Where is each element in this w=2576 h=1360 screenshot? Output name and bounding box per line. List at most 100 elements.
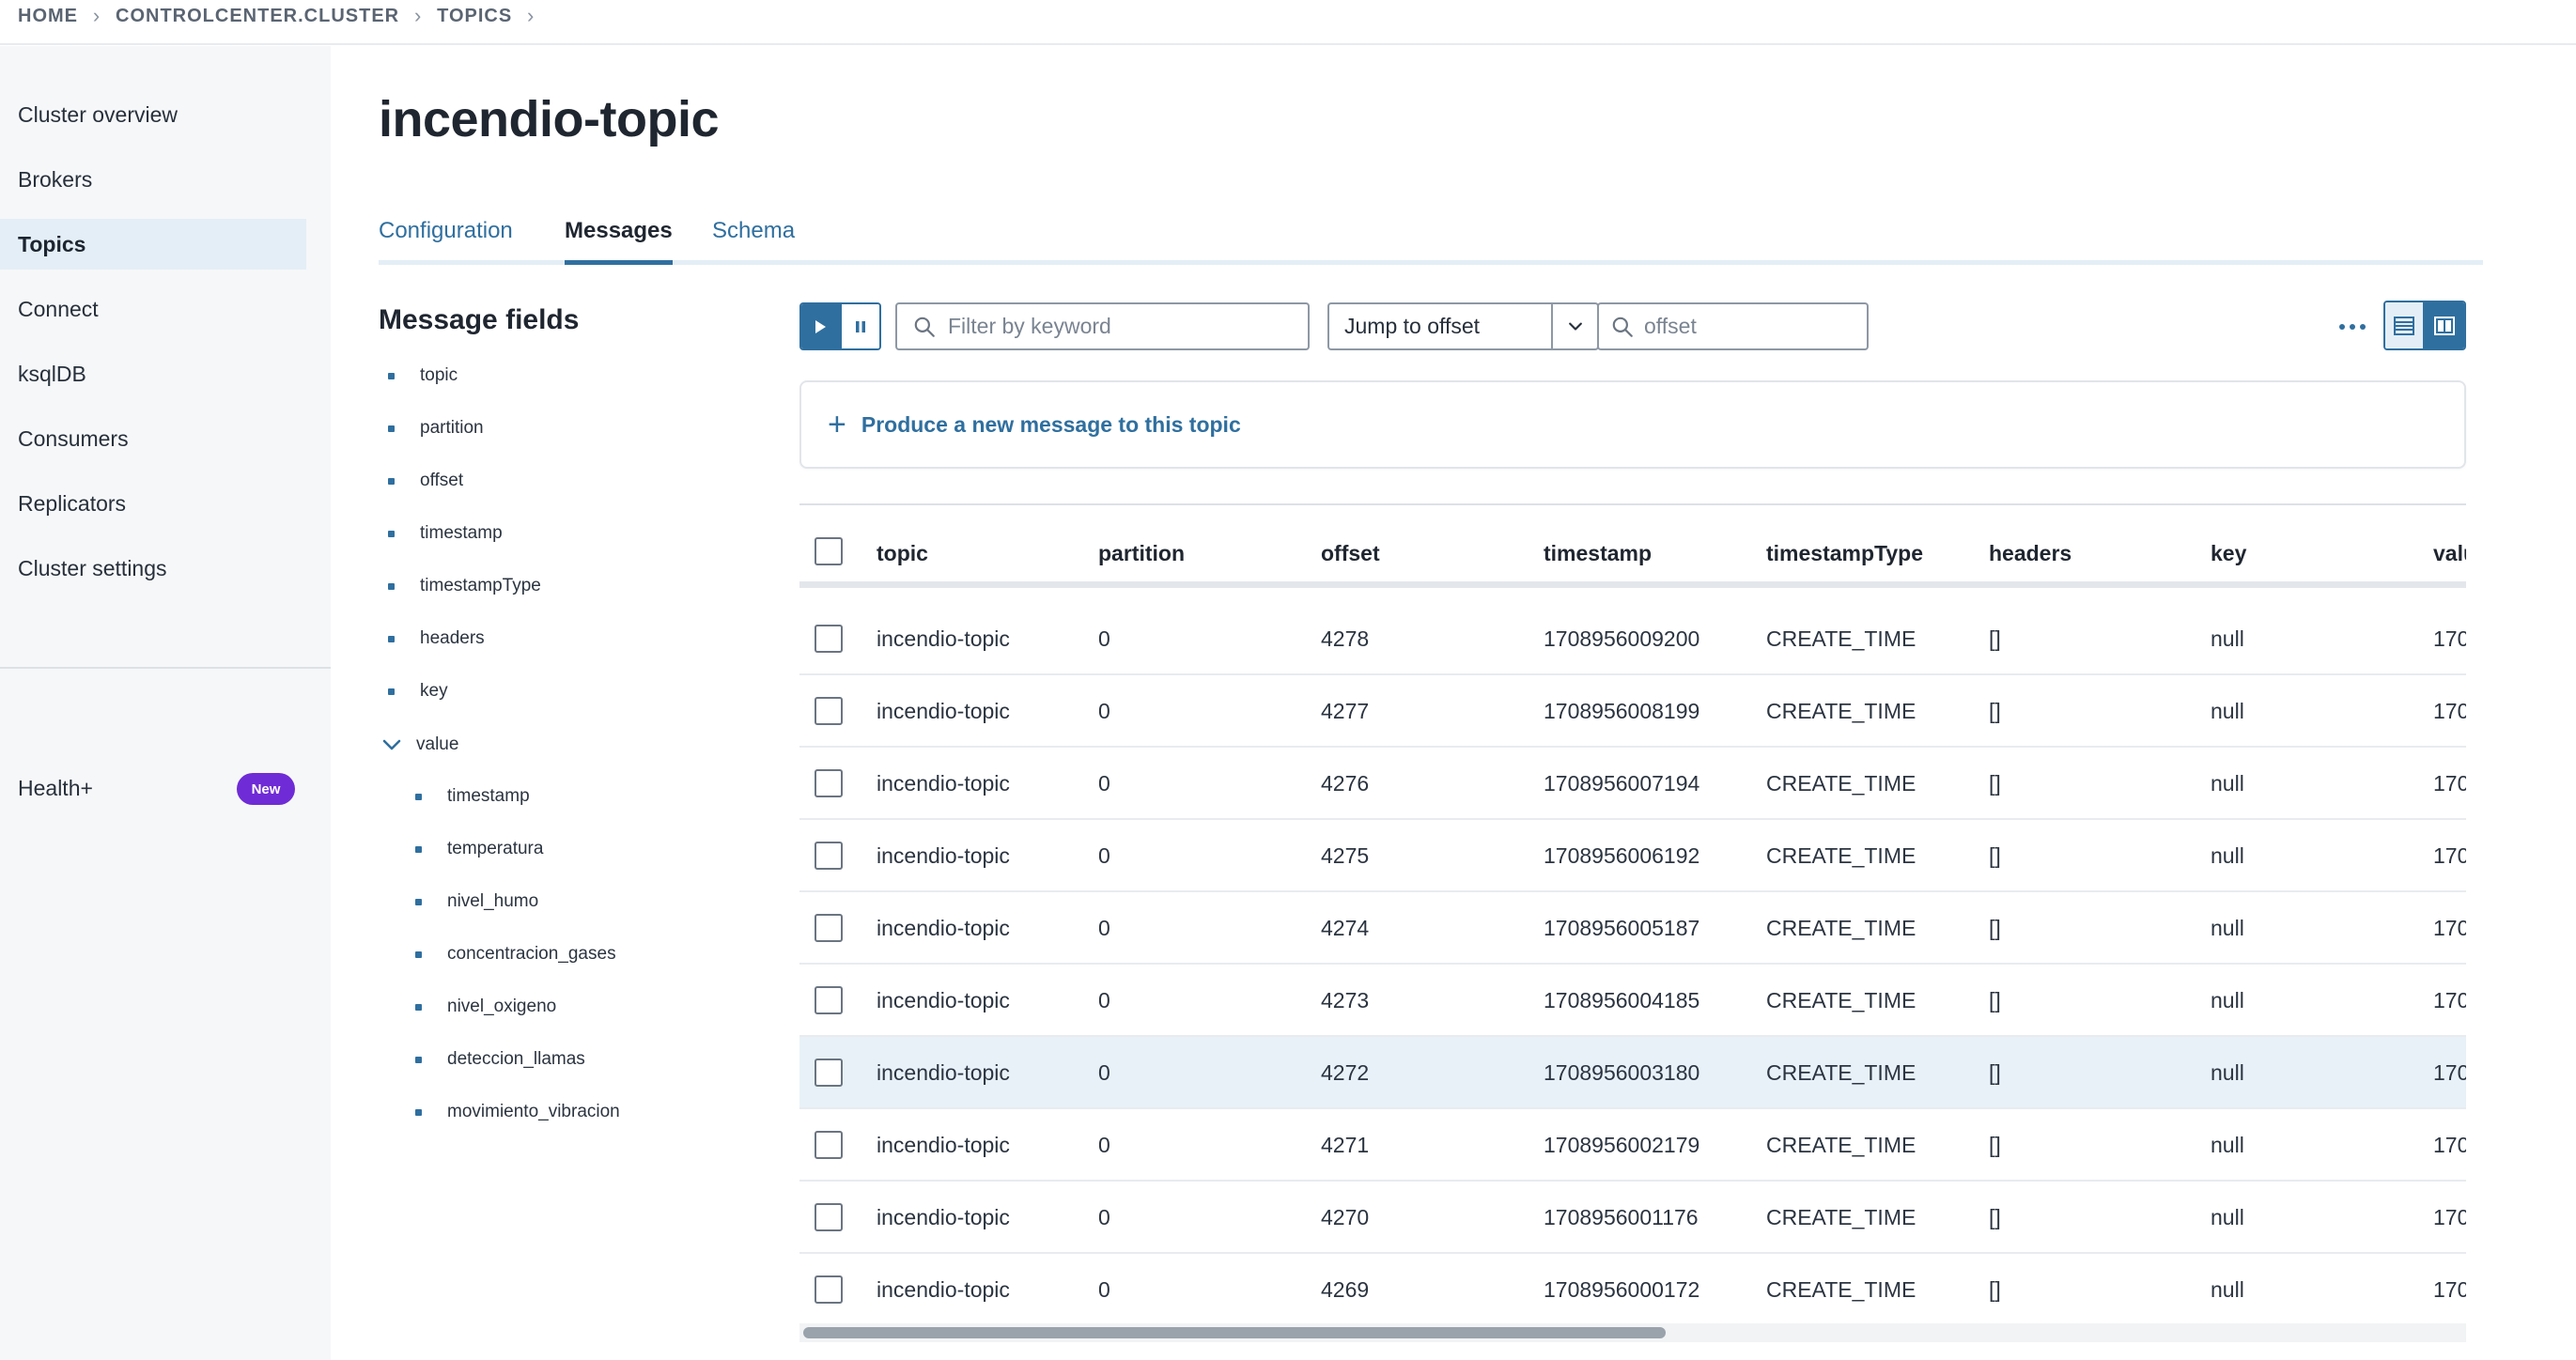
cell-value: 170: [2433, 843, 2466, 868]
field-item[interactable]: headers: [388, 625, 485, 653]
field-item[interactable]: partition: [388, 414, 484, 442]
field-item[interactable]: timestampType: [388, 572, 541, 600]
value-field-item[interactable]: nivel_humo: [415, 888, 538, 916]
column-header-timestamp-type[interactable]: timestampType: [1766, 541, 1923, 566]
field-item[interactable]: topic: [388, 362, 458, 390]
tab-messages[interactable]: Messages: [565, 218, 673, 265]
field-item[interactable]: key: [388, 677, 448, 705]
cell-partition: 0: [1098, 699, 1110, 723]
sidebar-item-cluster-overview[interactable]: Cluster overview: [0, 89, 306, 140]
sidebar-item-brokers[interactable]: Brokers: [0, 154, 306, 205]
tab-configuration[interactable]: Configuration: [379, 218, 513, 265]
value-field-item[interactable]: nivel_oxigeno: [415, 993, 556, 1021]
row-checkbox[interactable]: [815, 697, 843, 725]
value-field-item[interactable]: movimiento_vibracion: [415, 1098, 620, 1126]
value-field-item[interactable]: temperatura: [415, 835, 543, 863]
sidebar-item-health-plus[interactable]: Health+ New: [18, 760, 300, 816]
row-checkbox[interactable]: [815, 625, 843, 653]
row-checkbox[interactable]: [815, 842, 843, 870]
breadcrumb-cluster[interactable]: CONTROLCENTER.CLUSTER: [116, 6, 399, 27]
value-field-item[interactable]: deteccion_llamas: [415, 1045, 585, 1074]
cell-partition: 0: [1098, 1060, 1110, 1085]
cell-timestamp: 1708956009200: [1544, 626, 1700, 651]
offset-input[interactable]: [1644, 314, 1867, 339]
field-item[interactable]: offset: [388, 467, 463, 495]
column-header-topic[interactable]: topic: [877, 541, 928, 566]
chevron-down-icon[interactable]: [380, 734, 403, 756]
row-checkbox[interactable]: [815, 986, 843, 1014]
table-row[interactable]: incendio-topic 0 4269 1708956000172 CREATE_T…: [799, 1254, 2466, 1326]
cell-value: 170: [2433, 1133, 2466, 1157]
pause-button[interactable]: [839, 304, 879, 348]
table-view-button[interactable]: [2385, 302, 2425, 348]
breadcrumb-home[interactable]: HOME: [18, 6, 78, 27]
cell-key: null: [2211, 843, 2244, 868]
cell-key: null: [2211, 1277, 2244, 1302]
tab-schema[interactable]: Schema: [712, 218, 795, 265]
sidebar-item-cluster-settings[interactable]: Cluster settings: [0, 543, 306, 594]
column-header-value[interactable]: valu: [2433, 541, 2466, 566]
table-row[interactable]: incendio-topic 0 4271 1708956002179 CREATE_T…: [799, 1109, 2466, 1182]
tab-bar: Configuration Messages Schema: [379, 210, 2483, 265]
row-checkbox[interactable]: [815, 1131, 843, 1159]
sidebar-item-connect[interactable]: Connect: [0, 284, 306, 334]
cell-topic: incendio-topic: [877, 843, 1010, 868]
table-row[interactable]: incendio-topic 0 4272 1708956003180 CREATE_T…: [799, 1037, 2466, 1109]
produce-message-button[interactable]: + Produce a new message to this topic: [799, 380, 2466, 469]
table-row[interactable]: incendio-topic 0 4273 1708956004185 CREATE_T…: [799, 965, 2466, 1037]
cell-headers: []: [1989, 1277, 2001, 1302]
row-checkbox[interactable]: [815, 1275, 843, 1304]
card-view-button[interactable]: [2425, 302, 2464, 348]
table-row[interactable]: incendio-topic 0 4277 1708956008199 CREATE_T…: [799, 675, 2466, 748]
sidebar: Cluster overview Brokers Topics Connect …: [0, 46, 331, 1360]
row-checkbox[interactable]: [815, 769, 843, 797]
table-row[interactable]: incendio-topic 0 4274 1708956005187 CREATE_T…: [799, 892, 2466, 965]
sidebar-item-consumers[interactable]: Consumers: [0, 413, 306, 464]
table-row[interactable]: incendio-topic 0 4278 1708956009200 CREATE_T…: [799, 603, 2466, 675]
cell-value: 170: [2433, 1060, 2466, 1085]
column-header-timestamp[interactable]: timestamp: [1544, 541, 1652, 566]
play-button[interactable]: [801, 304, 840, 348]
row-checkbox[interactable]: [815, 1203, 843, 1231]
filter-keyword-input[interactable]: [948, 314, 1308, 339]
sidebar-item-topics[interactable]: Topics: [0, 219, 306, 270]
breadcrumb: HOME › CONTROLCENTER.CLUSTER › TOPICS ›: [18, 3, 550, 29]
column-header-key[interactable]: key: [2211, 541, 2246, 566]
table-row[interactable]: incendio-topic 0 4270 1708956001176 CREATE_T…: [799, 1182, 2466, 1254]
column-header-offset[interactable]: offset: [1321, 541, 1380, 566]
cell-timestamp: 1708956004185: [1544, 988, 1700, 1012]
cell-partition: 0: [1098, 626, 1110, 651]
field-item[interactable]: timestamp: [388, 519, 503, 548]
scrollbar-thumb[interactable]: [803, 1327, 1666, 1338]
sidebar-item-replicators[interactable]: Replicators: [0, 478, 306, 529]
cell-timestamp: 1708956001176: [1544, 1205, 1699, 1229]
sidebar-item-ksqldb[interactable]: ksqlDB: [0, 348, 306, 399]
value-field-item[interactable]: timestamp: [415, 782, 530, 811]
field-item-value[interactable]: value: [380, 731, 458, 759]
view-toggle: [2383, 301, 2466, 350]
select-all-checkbox[interactable]: [815, 537, 843, 565]
cell-topic: incendio-topic: [877, 1060, 1010, 1085]
field-label: nivel_oxigeno: [447, 997, 557, 1016]
cell-headers: []: [1989, 916, 2001, 940]
more-options-button[interactable]: [2334, 310, 2371, 344]
jump-to-select[interactable]: Jump to offset: [1327, 302, 1599, 350]
divider: [799, 503, 2466, 505]
field-label: key: [420, 681, 448, 701]
bullet-icon: [388, 530, 395, 537]
breadcrumb-topics[interactable]: TOPICS: [437, 6, 512, 27]
cell-offset: 4271: [1321, 1133, 1370, 1157]
table-row[interactable]: incendio-topic 0 4275 1708956006192 CREATE_T…: [799, 820, 2466, 892]
column-header-headers[interactable]: headers: [1989, 541, 2072, 566]
filter-input-box: [895, 302, 1310, 350]
row-checkbox[interactable]: [815, 914, 843, 942]
field-label: value: [416, 734, 459, 754]
cell-topic: incendio-topic: [877, 916, 1010, 940]
field-label: concentracion_gases: [447, 944, 616, 964]
table-row[interactable]: incendio-topic 0 4276 1708956007194 CREATE_T…: [799, 748, 2466, 820]
cell-key: null: [2211, 699, 2244, 723]
column-header-partition[interactable]: partition: [1098, 541, 1185, 566]
value-field-item[interactable]: concentracion_gases: [415, 940, 616, 968]
row-checkbox[interactable]: [815, 1059, 843, 1087]
cell-offset: 4272: [1321, 1060, 1370, 1085]
